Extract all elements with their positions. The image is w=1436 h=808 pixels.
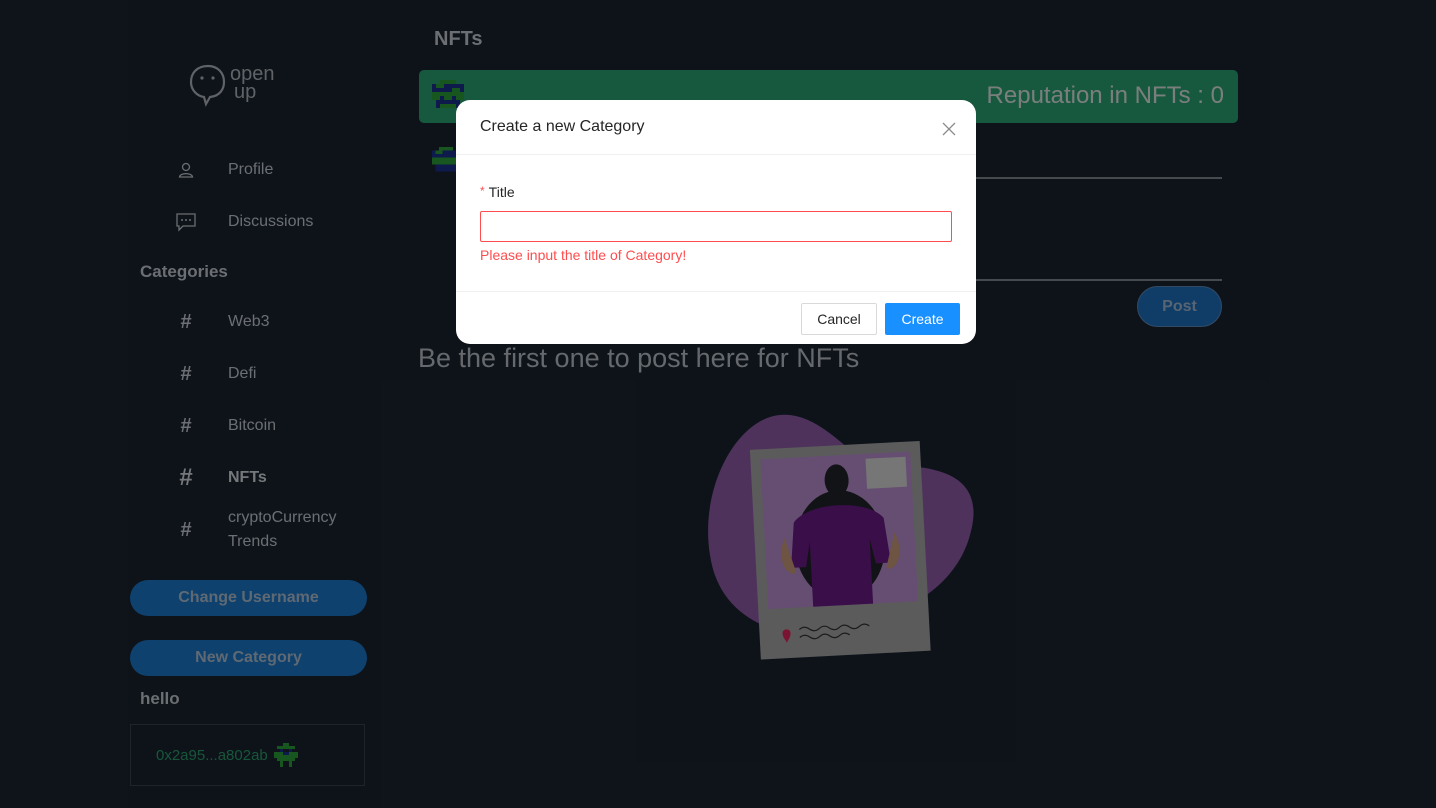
- category-title-input[interactable]: [480, 211, 952, 242]
- title-label-text: Title: [488, 184, 515, 200]
- app-root: open up Profile Discussions Categories #…: [0, 0, 1436, 808]
- close-icon[interactable]: [942, 122, 956, 136]
- create-button[interactable]: Create: [885, 303, 960, 335]
- dialog-title: Create a new Category: [480, 118, 645, 135]
- dialog-header: Create a new Category: [456, 100, 976, 155]
- title-field-label: * Title: [480, 184, 515, 200]
- validation-error: Please input the title of Category!: [480, 247, 687, 263]
- required-mark: *: [480, 184, 485, 198]
- cancel-button[interactable]: Cancel: [801, 303, 877, 335]
- create-category-dialog: Create a new Category * Title Please inpu…: [456, 100, 976, 344]
- dialog-footer: Cancel Create: [456, 291, 976, 344]
